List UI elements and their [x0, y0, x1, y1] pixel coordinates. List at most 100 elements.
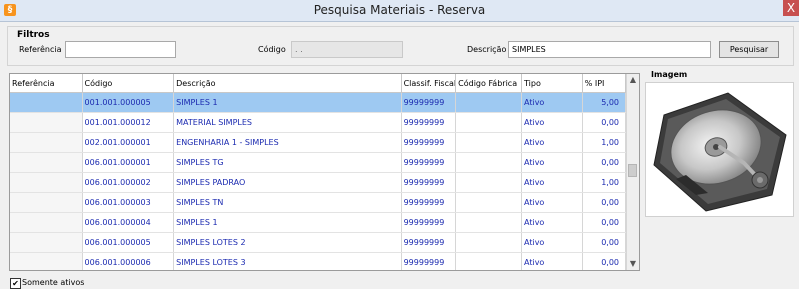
cell-tipo[interactable]: Ativo	[521, 112, 583, 133]
table-row[interactable]: 001.001.000012 MATERIAL SIMPLES 99999999 At…	[10, 112, 627, 133]
referencia-input[interactable]	[65, 41, 176, 58]
cell-codigo[interactable]: 006.001.000004	[82, 212, 175, 233]
cell-tipo[interactable]: Ativo	[521, 232, 583, 253]
cell-codigo[interactable]: 002.001.000001	[82, 132, 175, 153]
filters-title: Filtros	[17, 30, 50, 40]
cell-classif[interactable]: 99999999	[401, 112, 457, 133]
cell-codigo[interactable]: 006.001.000005	[82, 232, 175, 253]
cell-codigo[interactable]: 006.001.000006	[82, 252, 175, 270]
cell-codigo[interactable]: 006.001.000001	[82, 152, 175, 173]
cell-classif[interactable]: 99999999	[401, 232, 457, 253]
cell-ref[interactable]	[10, 172, 83, 193]
cell-fabrica[interactable]	[455, 252, 522, 270]
cell-ipi[interactable]: 0,00	[582, 232, 627, 253]
cell-fabrica[interactable]	[455, 112, 522, 133]
cell-classif[interactable]: 99999999	[401, 212, 457, 233]
cell-descricao[interactable]: SIMPLES 1	[173, 92, 402, 113]
descricao-label: Descrição	[467, 45, 507, 54]
table-row[interactable]: 006.001.000005 SIMPLES LOTES 2 99999999 Ati…	[10, 232, 627, 253]
cell-ipi[interactable]: 5,00	[582, 92, 627, 113]
cell-classif[interactable]: 99999999	[401, 92, 457, 113]
cell-fabrica[interactable]	[455, 192, 522, 213]
somente-ativos-checkbox[interactable]: ✔	[10, 278, 21, 289]
cell-codigo[interactable]: 006.001.000002	[82, 172, 175, 193]
cell-ref[interactable]	[10, 112, 83, 133]
table-row[interactable]: 002.001.000001 ENGENHARIA 1 - SIMPLES 9999…	[10, 132, 627, 153]
image-panel	[645, 82, 794, 217]
cell-ipi[interactable]: 0,00	[582, 112, 627, 133]
grid-vertical-scrollbar[interactable]: ▲ ▼	[626, 74, 639, 270]
table-row[interactable]: 006.001.000003 SIMPLES TN 99999999 Ativo 0,0…	[10, 192, 627, 213]
materials-grid: Referência Código Descrição Classif. Fis…	[9, 73, 640, 271]
cell-descricao[interactable]: SIMPLES PADRAO	[173, 172, 402, 193]
cell-descricao[interactable]: SIMPLES TG	[173, 152, 402, 173]
cell-tipo[interactable]: Ativo	[521, 132, 583, 153]
cell-tipo[interactable]: Ativo	[521, 192, 583, 213]
cell-ipi[interactable]: 0,00	[582, 192, 627, 213]
cell-tipo[interactable]: Ativo	[521, 252, 583, 270]
scroll-up-icon[interactable]: ▲	[627, 74, 639, 86]
cell-ipi[interactable]: 0,00	[582, 152, 627, 173]
cell-descricao[interactable]: SIMPLES 1	[173, 212, 402, 233]
cell-fabrica[interactable]	[455, 92, 522, 113]
cell-ref[interactable]	[10, 92, 83, 113]
scroll-down-icon[interactable]: ▼	[627, 258, 639, 270]
cell-codigo[interactable]: 001.001.000005	[82, 92, 175, 113]
cell-ref[interactable]	[10, 212, 83, 233]
hard-drive-icon	[653, 92, 787, 212]
column-header-ipi[interactable]: % IPI	[582, 74, 627, 93]
cell-descricao[interactable]: ENGENHARIA 1 - SIMPLES	[173, 132, 402, 153]
table-row[interactable]: 006.001.000002 SIMPLES PADRAO 99999999 Ativ…	[10, 172, 627, 193]
cell-classif[interactable]: 99999999	[401, 172, 457, 193]
cell-classif[interactable]: 99999999	[401, 132, 457, 153]
table-row[interactable]: 001.001.000005 SIMPLES 1 99999999 Ativo 5,00	[10, 92, 627, 113]
table-row[interactable]: 006.001.000006 SIMPLES LOTES 3 99999999 Ati…	[10, 252, 627, 270]
table-row[interactable]: 006.001.000001 SIMPLES TG 99999999 Ativo 0,0…	[10, 152, 627, 173]
cell-ref[interactable]	[10, 132, 83, 153]
window-title: Pesquisa Materiais - Reserva	[313, 3, 486, 17]
cell-ref[interactable]	[10, 192, 83, 213]
cell-codigo[interactable]: 001.001.000012	[82, 112, 175, 133]
cell-tipo[interactable]: Ativo	[521, 212, 583, 233]
column-header-classif-fiscal[interactable]: Classif. Fiscal	[401, 74, 457, 93]
title-bar: § Pesquisa Materiais - Reserva X	[0, 0, 799, 22]
cell-fabrica[interactable]	[455, 152, 522, 173]
descricao-input[interactable]: SIMPLES	[508, 41, 711, 58]
cell-ref[interactable]	[10, 232, 83, 253]
cell-descricao[interactable]: MATERIAL SIMPLES	[173, 112, 402, 133]
cell-descricao[interactable]: SIMPLES TN	[173, 192, 402, 213]
cell-fabrica[interactable]	[455, 232, 522, 253]
grid-header-row: Referência Código Descrição Classif. Fis…	[10, 74, 627, 93]
column-header-tipo[interactable]: Tipo	[521, 74, 583, 93]
cell-ref[interactable]	[10, 152, 83, 173]
column-header-codigo[interactable]: Código	[82, 74, 175, 93]
codigo-input[interactable]: . .	[291, 41, 403, 58]
column-header-codigo-fabrica[interactable]: Código Fábrica	[455, 74, 522, 93]
search-button[interactable]: Pesquisar	[719, 41, 779, 58]
codigo-label: Código	[258, 45, 286, 54]
cell-ipi[interactable]: 0,00	[582, 212, 627, 233]
cell-classif[interactable]: 99999999	[401, 192, 457, 213]
cell-ref[interactable]	[10, 252, 83, 270]
cell-fabrica[interactable]	[455, 132, 522, 153]
cell-fabrica[interactable]	[455, 172, 522, 193]
cell-codigo[interactable]: 006.001.000003	[82, 192, 175, 213]
cell-ipi[interactable]: 1,00	[582, 132, 627, 153]
cell-classif[interactable]: 99999999	[401, 152, 457, 173]
cell-descricao[interactable]: SIMPLES LOTES 3	[173, 252, 402, 270]
cell-tipo[interactable]: Ativo	[521, 152, 583, 173]
close-button[interactable]: X	[783, 0, 799, 16]
referencia-label: Referência	[19, 45, 62, 54]
cell-ipi[interactable]: 1,00	[582, 172, 627, 193]
image-title: Imagem	[651, 70, 688, 79]
cell-tipo[interactable]: Ativo	[521, 92, 583, 113]
cell-ipi[interactable]: 0,00	[582, 252, 627, 270]
cell-fabrica[interactable]	[455, 212, 522, 233]
cell-descricao[interactable]: SIMPLES LOTES 2	[173, 232, 402, 253]
column-header-descricao[interactable]: Descrição	[173, 74, 402, 93]
column-header-referencia[interactable]: Referência	[10, 74, 83, 93]
table-row[interactable]: 006.001.000004 SIMPLES 1 99999999 Ativo 0,00	[10, 212, 627, 233]
scroll-thumb[interactable]	[628, 164, 637, 177]
cell-tipo[interactable]: Ativo	[521, 172, 583, 193]
cell-classif[interactable]: 99999999	[401, 252, 457, 270]
